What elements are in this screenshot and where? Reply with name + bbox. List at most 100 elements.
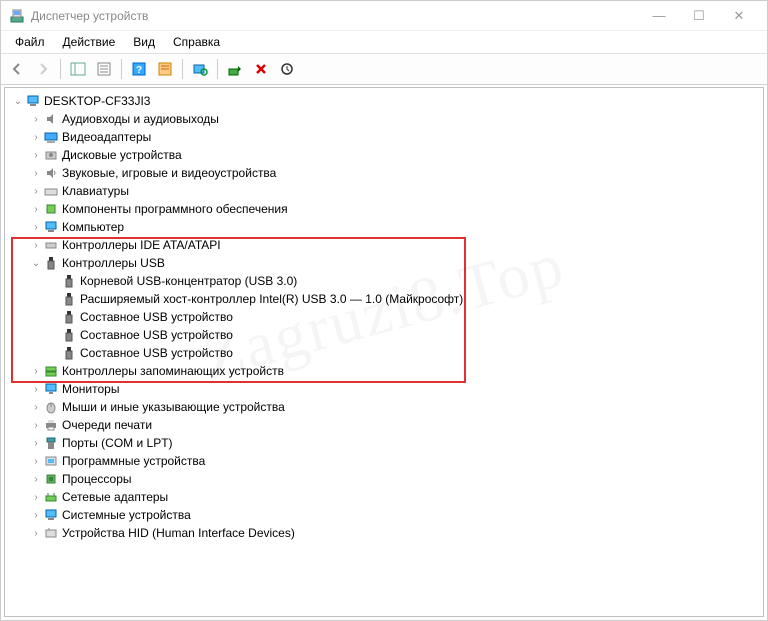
tree-item-monitors[interactable]: › Мониторы bbox=[7, 380, 761, 398]
expand-icon[interactable]: › bbox=[29, 510, 43, 521]
expand-icon[interactable]: › bbox=[29, 528, 43, 539]
menu-file[interactable]: Файл bbox=[7, 33, 53, 51]
disk-icon bbox=[43, 147, 59, 163]
tree-item-ide-ata[interactable]: › Контроллеры IDE ATA/ATAPI bbox=[7, 236, 761, 254]
tree-label: Составное USB устройство bbox=[80, 346, 233, 360]
tree-label: Системные устройства bbox=[62, 508, 191, 522]
back-button[interactable] bbox=[5, 57, 29, 81]
network-icon bbox=[43, 489, 59, 505]
window-title: Диспетчер устройств bbox=[31, 9, 639, 23]
show-hide-tree-button[interactable] bbox=[66, 57, 90, 81]
forward-button[interactable] bbox=[31, 57, 55, 81]
menu-bar: Файл Действие Вид Справка bbox=[1, 31, 767, 53]
audio-icon bbox=[43, 111, 59, 127]
port-icon bbox=[43, 435, 59, 451]
tree-item-storage-controllers[interactable]: › Контроллеры запоминающих устройств bbox=[7, 362, 761, 380]
expand-icon[interactable]: › bbox=[29, 366, 43, 377]
tree-item-video-adapters[interactable]: › Видеоадаптеры bbox=[7, 128, 761, 146]
tree-label: Корневой USB-концентратор (USB 3.0) bbox=[80, 274, 297, 288]
hid-icon bbox=[43, 525, 59, 541]
software-device-icon bbox=[43, 453, 59, 469]
processor-icon bbox=[43, 471, 59, 487]
ide-icon bbox=[43, 237, 59, 253]
tree-root[interactable]: ⌄ DESKTOP-CF33JI3 bbox=[7, 92, 761, 110]
expand-icon[interactable]: ⌄ bbox=[11, 96, 25, 107]
usb-icon bbox=[61, 309, 77, 325]
monitor-icon bbox=[43, 381, 59, 397]
expand-icon[interactable]: › bbox=[29, 222, 43, 233]
tree-label: Контроллеры IDE ATA/ATAPI bbox=[62, 238, 221, 252]
tree-label: Компьютер bbox=[62, 220, 124, 234]
storage-icon bbox=[43, 363, 59, 379]
tree-item-processors[interactable]: › Процессоры bbox=[7, 470, 761, 488]
help-button[interactable]: ? bbox=[127, 57, 151, 81]
expand-icon[interactable]: › bbox=[29, 150, 43, 161]
tree-item-network[interactable]: › Сетевые адаптеры bbox=[7, 488, 761, 506]
menu-help[interactable]: Справка bbox=[165, 33, 228, 51]
app-icon bbox=[9, 8, 25, 24]
toolbar: ? bbox=[1, 53, 767, 85]
tree-label: Контроллеры USB bbox=[62, 256, 165, 270]
minimize-button[interactable]: — bbox=[639, 2, 679, 30]
tree-item-usb-host-intel[interactable]: Расширяемый хост-контроллер Intel(R) USB… bbox=[7, 290, 761, 308]
tree-item-software-devices[interactable]: › Программные устройства bbox=[7, 452, 761, 470]
tree-item-system-devices[interactable]: › Системные устройства bbox=[7, 506, 761, 524]
tree-item-usb-composite[interactable]: Составное USB устройство bbox=[7, 308, 761, 326]
menu-view[interactable]: Вид bbox=[125, 33, 163, 51]
sound-icon bbox=[43, 165, 59, 181]
toolbar-separator bbox=[217, 59, 218, 79]
expand-icon[interactable]: › bbox=[29, 384, 43, 395]
tree-item-usb-root-hub[interactable]: Корневой USB-концентратор (USB 3.0) bbox=[7, 272, 761, 290]
tree-item-ports[interactable]: › Порты (COM и LPT) bbox=[7, 434, 761, 452]
tree-label: Программные устройства bbox=[62, 454, 205, 468]
expand-icon[interactable]: › bbox=[29, 474, 43, 485]
expand-icon[interactable]: › bbox=[29, 402, 43, 413]
toolbar-separator bbox=[121, 59, 122, 79]
tree-item-print-queues[interactable]: › Очереди печати bbox=[7, 416, 761, 434]
tree-label: Мыши и иные указывающие устройства bbox=[62, 400, 285, 414]
tree-item-sound[interactable]: › Звуковые, игровые и видеоустройства bbox=[7, 164, 761, 182]
expand-icon[interactable]: › bbox=[29, 114, 43, 125]
menu-action[interactable]: Действие bbox=[55, 33, 124, 51]
collapse-icon[interactable]: ⌄ bbox=[29, 258, 43, 269]
tree-item-usb-composite[interactable]: Составное USB устройство bbox=[7, 344, 761, 362]
expand-icon[interactable]: › bbox=[29, 204, 43, 215]
update-driver-button[interactable] bbox=[275, 57, 299, 81]
expand-icon[interactable]: › bbox=[29, 240, 43, 251]
tree-item-mice[interactable]: › Мыши и иные указывающие устройства bbox=[7, 398, 761, 416]
tree-label: Составное USB устройство bbox=[80, 310, 233, 324]
close-button[interactable]: ✕ bbox=[719, 2, 759, 30]
expand-icon[interactable]: › bbox=[29, 420, 43, 431]
tree-label: Компоненты программного обеспечения bbox=[62, 202, 288, 216]
tree-item-usb-composite[interactable]: Составное USB устройство bbox=[7, 326, 761, 344]
window-controls: — ☐ ✕ bbox=[639, 2, 759, 30]
expand-icon[interactable]: › bbox=[29, 186, 43, 197]
expand-icon[interactable]: › bbox=[29, 132, 43, 143]
add-legacy-button[interactable] bbox=[223, 57, 247, 81]
tree-item-software-components[interactable]: › Компоненты программного обеспечения bbox=[7, 200, 761, 218]
tree-label: DESKTOP-CF33JI3 bbox=[44, 94, 150, 108]
maximize-button[interactable]: ☐ bbox=[679, 2, 719, 30]
scan-hardware-button[interactable] bbox=[188, 57, 212, 81]
tree-item-usb-controllers[interactable]: ⌄ Контроллеры USB bbox=[7, 254, 761, 272]
tree-item-computer[interactable]: › Компьютер bbox=[7, 218, 761, 236]
tree-item-hid[interactable]: › Устройства HID (Human Interface Device… bbox=[7, 524, 761, 542]
device-tree[interactable]: ⌄ DESKTOP-CF33JI3 › Аудиовходы и аудиовы… bbox=[4, 87, 764, 617]
expand-icon[interactable]: › bbox=[29, 438, 43, 449]
usb-icon bbox=[61, 327, 77, 343]
tree-item-disk-drives[interactable]: › Дисковые устройства bbox=[7, 146, 761, 164]
tree-label: Звуковые, игровые и видеоустройства bbox=[62, 166, 276, 180]
tree-item-audio[interactable]: › Аудиовходы и аудиовыходы bbox=[7, 110, 761, 128]
tree-label: Составное USB устройство bbox=[80, 328, 233, 342]
properties-button[interactable] bbox=[92, 57, 116, 81]
expand-icon[interactable]: › bbox=[29, 456, 43, 467]
expand-icon[interactable]: › bbox=[29, 492, 43, 503]
toolbar-separator bbox=[60, 59, 61, 79]
computer-icon bbox=[25, 93, 41, 109]
tree-label: Сетевые адаптеры bbox=[62, 490, 168, 504]
usb-icon bbox=[61, 345, 77, 361]
uninstall-button[interactable] bbox=[249, 57, 273, 81]
action-button[interactable] bbox=[153, 57, 177, 81]
expand-icon[interactable]: › bbox=[29, 168, 43, 179]
tree-item-keyboards[interactable]: › Клавиатуры bbox=[7, 182, 761, 200]
